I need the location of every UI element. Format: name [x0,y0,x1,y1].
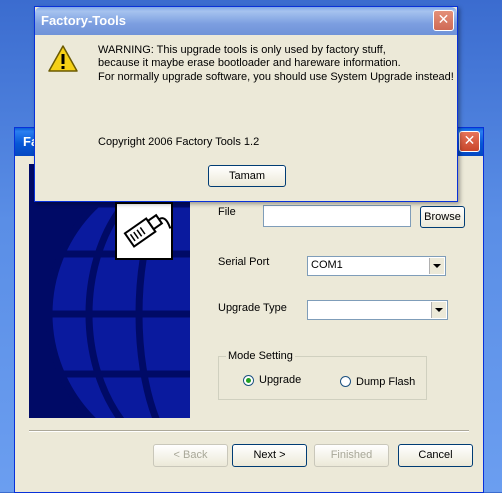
serial-port-value: COM1 [311,259,343,271]
dialog-title: Factory-Tools [41,13,126,28]
serial-port-label: Serial Port [218,256,270,268]
upgrade-type-select[interactable] [307,300,448,320]
connector-icon [115,202,173,260]
warning-line-3: For normally upgrade software, you shoul… [98,71,454,83]
dialog-titlebar[interactable]: Factory-Tools ✕ [35,7,457,35]
mode-setting-title: Mode Setting [226,350,295,362]
finished-button[interactable]: Finished [314,444,389,467]
serial-port-select[interactable]: COM1 [307,256,446,276]
upgrade-radio[interactable] [243,375,254,386]
file-label: File [218,206,236,218]
upgrade-type-label: Upgrade Type [218,302,287,314]
cancel-button[interactable]: Cancel [398,444,473,467]
next-button[interactable]: Next > [232,444,307,467]
copyright-text: Copyright 2006 Factory Tools 1.2 [98,136,260,148]
dump-flash-radio-label[interactable]: Dump Flash [356,376,415,388]
ok-button[interactable]: Tamam [208,165,286,187]
chevron-down-icon[interactable] [431,302,446,318]
dialog-close-button[interactable]: ✕ [433,10,454,31]
upgrade-radio-label[interactable]: Upgrade [259,374,301,386]
back-button[interactable]: < Back [153,444,228,467]
warning-line-1: WARNING: This upgrade tools is only used… [98,44,386,56]
warning-line-2: because it maybe erase bootloader and ha… [98,57,401,69]
file-input[interactable] [263,205,411,227]
wizard-close-button[interactable]: ✕ [459,131,480,152]
dump-flash-radio[interactable] [340,376,351,387]
wizard-globe-image [29,164,190,418]
browse-button[interactable]: Browse [420,206,465,228]
button-separator [29,430,469,432]
chevron-down-icon[interactable] [429,258,444,274]
warning-dialog: Factory-Tools ✕ WARNING: This upgrade to… [34,6,458,202]
warning-icon [48,45,78,72]
